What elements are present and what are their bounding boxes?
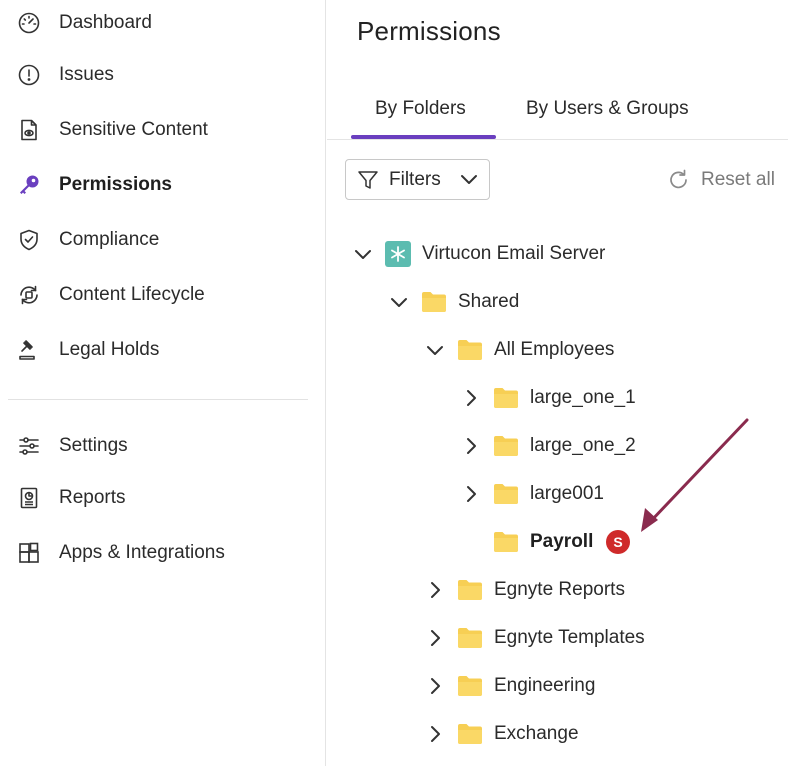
folder-icon xyxy=(458,580,482,600)
sidebar-item-reports[interactable]: Reports xyxy=(0,476,326,520)
tree-item-payroll[interactable]: Payroll S xyxy=(461,524,761,560)
tree-item-large-one-1[interactable]: large_one_1 xyxy=(461,380,761,416)
filters-button[interactable]: Filters xyxy=(345,159,490,200)
tree-item-label: Shared xyxy=(458,291,520,312)
tree-item-egnyte-reports[interactable]: Egnyte Reports xyxy=(425,572,775,608)
tab-by-folders[interactable]: By Folders xyxy=(375,98,466,120)
sidebar-item-dashboard[interactable]: Dashboard xyxy=(0,1,326,45)
tree-item-label: large001 xyxy=(530,483,604,504)
sidebar-item-label: Apps & Integrations xyxy=(59,542,225,563)
folder-icon xyxy=(458,724,482,744)
chevron-down-icon xyxy=(461,175,477,184)
sidebar-item-label: Issues xyxy=(59,64,114,85)
tree-item-virtucon-email-server[interactable]: Virtucon Email Server xyxy=(353,236,753,272)
tree-item-all-employees[interactable]: All Employees xyxy=(425,332,775,368)
sidebar-item-issues[interactable]: Issues xyxy=(0,53,326,97)
filter-funnel-icon xyxy=(358,171,378,189)
sidebar-item-label: Content Lifecycle xyxy=(59,284,205,305)
tree-item-engineering[interactable]: Engineering xyxy=(425,668,775,704)
reset-all-button[interactable]: Reset all xyxy=(667,166,775,194)
chevron-right-icon[interactable] xyxy=(461,436,481,456)
tree-item-exchange[interactable]: Exchange xyxy=(425,716,775,752)
tree-item-label: Egnyte Templates xyxy=(494,627,645,648)
folder-icon xyxy=(422,292,446,312)
chevron-down-icon[interactable] xyxy=(425,340,445,360)
chevron-right-icon[interactable] xyxy=(461,484,481,504)
sidebar-item-legal-holds[interactable]: Legal Holds xyxy=(0,328,326,372)
tree-item-label: Virtucon Email Server xyxy=(422,243,606,264)
sidebar-item-label: Legal Holds xyxy=(59,339,160,360)
tree-item-large-one-2[interactable]: large_one_2 xyxy=(461,428,761,464)
sensitive-badge[interactable]: S xyxy=(606,530,630,554)
chevron-right-icon[interactable] xyxy=(425,580,445,600)
sidebar-item-label: Settings xyxy=(59,435,128,456)
sidebar-item-label: Compliance xyxy=(59,229,160,250)
tree-item-shared[interactable]: Shared xyxy=(389,284,769,320)
key-icon xyxy=(17,173,41,197)
tree-item-egnyte-templates[interactable]: Egnyte Templates xyxy=(425,620,775,656)
sidebar-item-permissions[interactable]: Permissions xyxy=(0,163,326,207)
tree-item-label: Payroll xyxy=(530,531,594,552)
tree-item-label: Exchange xyxy=(494,723,579,744)
tree-item-label: large_one_2 xyxy=(530,435,636,456)
sidebar-divider xyxy=(8,399,308,400)
sidebar-item-label: Sensitive Content xyxy=(59,119,208,140)
chevron-right-icon[interactable] xyxy=(425,628,445,648)
refresh-icon xyxy=(670,169,687,189)
folder-icon xyxy=(494,532,518,552)
tree-item-label: Egnyte Reports xyxy=(494,579,625,600)
report-icon xyxy=(17,486,41,510)
tab-bar: By Folders By Users & Groups xyxy=(327,84,788,140)
sidebar-item-sensitive-content[interactable]: Sensitive Content xyxy=(0,108,326,152)
sidebar-item-content-lifecycle[interactable]: Content Lifecycle xyxy=(0,273,326,317)
chevron-down-icon[interactable] xyxy=(353,244,373,264)
sidebar-item-apps-integrations[interactable]: Apps & Integrations xyxy=(0,531,326,575)
reset-all-label: Reset all xyxy=(701,169,775,190)
gauge-icon xyxy=(17,11,41,35)
sidebar-item-label: Dashboard xyxy=(59,12,152,33)
folder-icon xyxy=(458,628,482,648)
folder-icon xyxy=(494,436,518,456)
folder-icon xyxy=(458,340,482,360)
filters-label: Filters xyxy=(389,169,441,190)
tree-item-label: All Employees xyxy=(494,339,615,360)
alert-circle-icon xyxy=(17,63,41,87)
folder-icon xyxy=(494,484,518,504)
folder-icon xyxy=(494,388,518,408)
tab-by-users-groups[interactable]: By Users & Groups xyxy=(526,98,689,120)
sidebar-item-label: Permissions xyxy=(59,174,172,195)
server-icon xyxy=(385,241,411,267)
gavel-icon xyxy=(17,338,41,362)
sidebar: Dashboard Issues Sensitive Content Permi… xyxy=(0,0,326,766)
sidebar-item-settings[interactable]: Settings xyxy=(0,424,326,468)
lifecycle-icon xyxy=(17,283,41,307)
sliders-icon xyxy=(17,434,41,458)
chevron-right-icon[interactable] xyxy=(461,388,481,408)
shield-check-icon xyxy=(17,228,41,252)
page-title: Permissions xyxy=(357,16,501,46)
sidebar-item-compliance[interactable]: Compliance xyxy=(0,218,326,262)
sidebar-item-label: Reports xyxy=(59,487,126,508)
main-panel: Permissions By Folders By Users & Groups… xyxy=(327,0,788,766)
file-eye-icon xyxy=(17,118,41,142)
folder-icon xyxy=(458,676,482,696)
chevron-right-icon[interactable] xyxy=(425,724,445,744)
chevron-right-icon[interactable] xyxy=(425,676,445,696)
tree-item-label: large_one_1 xyxy=(530,387,636,408)
apps-grid-icon xyxy=(17,541,41,565)
tree-item-large001[interactable]: large001 xyxy=(461,476,761,512)
chevron-down-icon[interactable] xyxy=(389,292,409,312)
tree-item-label: Engineering xyxy=(494,675,596,696)
active-tab-indicator xyxy=(351,135,496,139)
